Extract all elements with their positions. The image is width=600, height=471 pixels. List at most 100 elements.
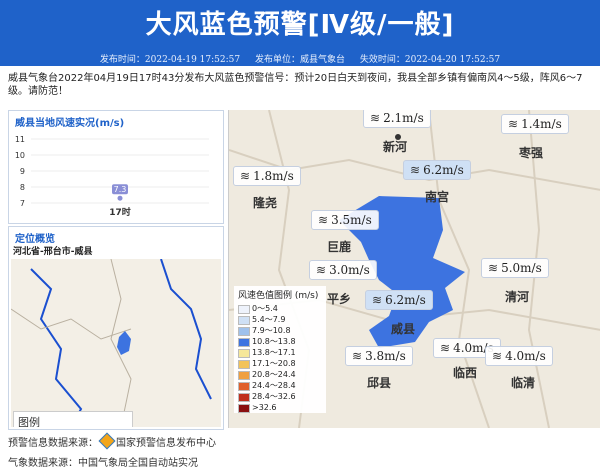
- city-zaoqiang: 枣强: [519, 146, 544, 160]
- wind-icon: ≋: [370, 111, 381, 125]
- legend-swatch: [238, 305, 250, 314]
- wind-legend-item: 20.8～24.4: [234, 369, 326, 380]
- legend-label: 17.1～20.8: [252, 359, 296, 368]
- wind-value: 4.0m/s: [505, 349, 546, 363]
- warning-title: 大风蓝色预警[Ⅳ级/一般]: [145, 10, 455, 40]
- legend-label: 5.4～7.9: [252, 315, 286, 324]
- wind-legend-item: 7.9～10.8: [234, 325, 326, 336]
- wind-label-weixian[interactable]: ≋ 6.2m/s: [365, 290, 433, 310]
- wind-label-longyao[interactable]: ≋ 1.8m/s: [233, 166, 301, 186]
- wind-label-qinghe[interactable]: ≋ 5.0m/s: [481, 258, 549, 278]
- wind-icon: ≋: [410, 163, 421, 177]
- wind-icon: ≋: [318, 213, 329, 227]
- data-point: [117, 195, 123, 201]
- wind-speed-chart: 7 8 9 10 11 7.3 17时: [15, 135, 209, 218]
- y-tick-label: 9: [20, 167, 25, 176]
- y-tick-label: 7: [20, 199, 25, 208]
- legend-swatch: [238, 349, 250, 358]
- wind-legend-title: 风速色值图例 (m/s): [238, 291, 319, 301]
- legend-swatch: [238, 382, 250, 391]
- y-tick-label: 11: [15, 135, 25, 144]
- wind-legend-item: 24.4～28.4: [234, 380, 326, 391]
- legend-swatch: [238, 316, 250, 325]
- legend-swatch: [238, 393, 250, 402]
- source-warning-label: 预警信息数据来源：: [8, 438, 98, 449]
- city-linqing: 临清: [511, 376, 536, 390]
- wind-color-legend: 风速色值图例 (m/s) 0～5.4 5.4～7.9 7.9～10.8 10.8～13…: [234, 286, 326, 413]
- city-longyao: 隆尧: [253, 196, 278, 210]
- legend-label: 28.4～32.6: [252, 392, 296, 401]
- minimap-legend-title: 图例: [18, 416, 40, 427]
- wind-icon: ≋: [488, 261, 499, 275]
- wind-label-julu[interactable]: ≋ 3.5m/s: [311, 210, 379, 230]
- wind-icon: ≋: [240, 169, 251, 183]
- publisher: 发布单位：威县气象台: [254, 55, 345, 65]
- wind-label-linqing[interactable]: ≋ 4.0m/s: [485, 346, 553, 366]
- city-qinghe: 清河: [505, 290, 530, 304]
- city-weixian: 威县: [391, 322, 416, 336]
- publish-time: 发布时间：2022-04-19 17:52:57: [99, 55, 241, 65]
- warning-center-icon: [98, 432, 116, 450]
- city-xinhe: 新河: [383, 140, 408, 154]
- wind-label-qiuxian[interactable]: ≋ 3.8m/s: [345, 346, 413, 366]
- wind-value: 6.2m/s: [423, 163, 464, 177]
- y-tick-label: 10: [15, 151, 25, 160]
- legend-swatch: [238, 327, 250, 336]
- wind-speed-panel: 威县当地风速实况(m/s) 7 8 9 10 11 7.3 17时: [8, 110, 224, 224]
- wind-label-nangong[interactable]: ≋ 6.2m/s: [403, 160, 471, 180]
- location-panel: 定位概览 河北省-邢台市-威县 图例 国界 省界: [8, 226, 224, 430]
- wind-legend-item: 0～5.4: [234, 303, 326, 314]
- city-linxi: 临西: [453, 366, 478, 380]
- wind-legend-item: 5.4～7.9: [234, 314, 326, 325]
- wind-value: 2.1m/s: [383, 111, 424, 125]
- city-julu: 巨鹿: [327, 240, 352, 254]
- wind-legend-item: 10.8～13.8: [234, 336, 326, 347]
- wind-legend-item: 28.4～32.6: [234, 391, 326, 402]
- legend-swatch: [238, 360, 250, 369]
- wind-icon: ≋: [316, 263, 327, 277]
- legend-label: 0～5.4: [252, 304, 278, 313]
- source-warning-org[interactable]: 国家预警信息发布中心: [116, 438, 216, 449]
- wind-value: 1.4m/s: [521, 117, 562, 131]
- wind-legend-item: >32.6: [234, 402, 326, 413]
- expire-time: 失效时间：2022-04-20 17:52:57: [359, 55, 501, 65]
- wind-label-xinhe[interactable]: ≋ 2.1m/s: [363, 110, 431, 128]
- legend-label: 7.9～10.8: [252, 326, 291, 335]
- wind-legend-item: 17.1～20.8: [234, 358, 326, 369]
- wind-icon: ≋: [372, 293, 383, 307]
- legend-label: 24.4～28.4: [252, 381, 296, 390]
- y-tick-label: 8: [20, 183, 25, 192]
- city-qiuxian: 邱县: [367, 376, 392, 390]
- wind-icon: ≋: [508, 117, 519, 131]
- legend-swatch: [238, 338, 250, 347]
- wind-value: 6.2m/s: [385, 293, 426, 307]
- x-tick-label: 17时: [109, 206, 131, 218]
- wind-value: 3.8m/s: [365, 349, 406, 363]
- wind-icon: ≋: [492, 349, 503, 363]
- wind-legend-item: 13.8～17.1: [234, 347, 326, 358]
- wind-label-pingxiang[interactable]: ≋ 3.0m/s: [309, 260, 377, 280]
- legend-label: 20.8～24.4: [252, 370, 296, 379]
- wind-icon: ≋: [352, 349, 363, 363]
- overview-minimap[interactable]: 图例 国界 省界: [11, 259, 221, 427]
- wind-value: 3.5m/s: [331, 213, 372, 227]
- legend-label: 10.8～13.8: [252, 337, 296, 346]
- wind-icon: ≋: [440, 341, 451, 355]
- legend-label: >32.6: [252, 403, 277, 412]
- minimap-legend: 图例 国界 省界: [13, 411, 133, 427]
- data-label: 7.3: [114, 185, 127, 194]
- warning-meta: 发布时间：2022-04-19 17:52:57 发布单位：威县气象台 失效时间…: [0, 52, 600, 65]
- legend-swatch: [238, 404, 250, 413]
- legend-label: 13.8～17.1: [252, 348, 296, 357]
- source-weather: 气象数据来源：中国气象局全国自动站实况: [8, 458, 198, 469]
- city-nangong: 南宫: [425, 190, 450, 204]
- warning-description: 威县气象台2022年04月19日17时43分发布大风蓝色预警信号：预计20日白天…: [8, 73, 583, 97]
- wind-legend-items: 0～5.4 5.4～7.9 7.9～10.8 10.8～13.8 13.8～17.1 17…: [234, 303, 326, 413]
- source-warning: 预警信息数据来源： 国家预警信息发布中心: [8, 432, 216, 450]
- legend-swatch: [238, 371, 250, 380]
- wind-value: 1.8m/s: [253, 169, 294, 183]
- city-pingxiang: 平乡: [327, 292, 352, 306]
- wind-value: 5.0m/s: [501, 261, 542, 275]
- minimap-shapes: [11, 259, 212, 427]
- wind-label-zaoqiang[interactable]: ≋ 1.4m/s: [501, 114, 569, 134]
